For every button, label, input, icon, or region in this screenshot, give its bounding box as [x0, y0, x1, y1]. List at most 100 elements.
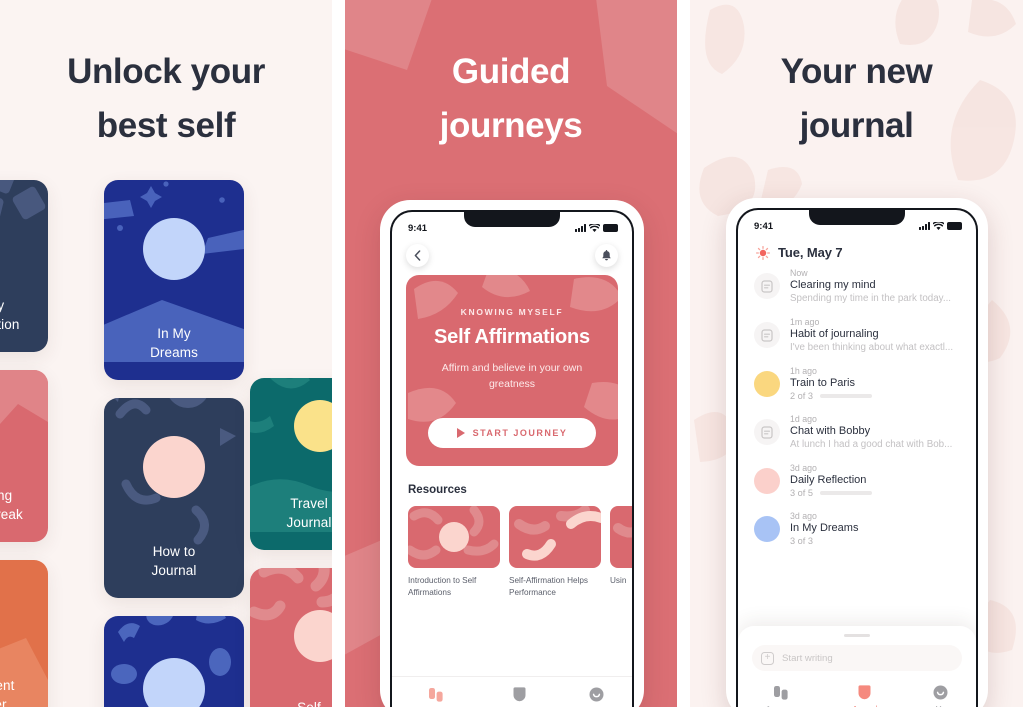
journey-card[interactable]: Self Affirmations: [250, 568, 332, 707]
start-writing-placeholder: Start writing: [782, 652, 833, 664]
status-indicators: [575, 223, 618, 233]
progress-label: 3 of 5: [790, 488, 813, 498]
entry-time: 3d ago: [790, 463, 817, 473]
status-time: 9:41: [408, 222, 428, 234]
play-icon: [456, 428, 465, 438]
headline-line-1: Unlock your: [67, 52, 265, 91]
resources-list[interactable]: Introduction to Self Affirmations Self-A…: [392, 506, 632, 598]
resource-card[interactable]: Introduction to Self Affirmations: [408, 506, 500, 598]
phone-mockup-journeys: 9:41 KNOWING MYSELF Self Affirmations Af…: [380, 200, 644, 707]
card-column-a: Daily Reflection Healing Heartbreak: [0, 180, 48, 707]
tab-journal[interactable]: Journal: [852, 684, 877, 707]
hero-eyebrow: KNOWING MYSELF: [460, 307, 564, 317]
journal-entry[interactable]: 1m ago Habit of journaling I've been thi…: [754, 317, 962, 353]
journey-card[interactable]: Daily Reflection: [0, 180, 48, 352]
progress-label: 2 of 3: [790, 391, 813, 401]
bottom-tab-bar: Journeys Journal: [738, 680, 976, 707]
journey-dot-icon: [754, 371, 780, 397]
me-smiley-icon: [933, 685, 948, 699]
journal-entry[interactable]: 1d ago Chat with Bobby At lunch I had a …: [754, 414, 962, 450]
note-icon: [754, 273, 780, 299]
date-header: Tue, May 7: [738, 236, 976, 268]
start-writing-input[interactable]: + Start writing: [752, 645, 962, 671]
card-orb: [143, 218, 205, 280]
headline-line-2: journal: [799, 106, 914, 145]
headline-line-2: best self: [96, 106, 236, 145]
entry-title: Habit of journaling: [790, 328, 879, 340]
note-icon: [754, 419, 780, 445]
journal-entry[interactable]: 1h ago Train to Paris 2 of 3: [754, 366, 962, 401]
tab-me[interactable]: Me: [933, 685, 948, 707]
nav-row: [392, 238, 632, 275]
entry-time: 1m ago: [790, 317, 820, 327]
card-column-c: Travel Journal S: [250, 378, 332, 707]
entry-time: Now: [790, 268, 808, 278]
panel-your-new-journal: Your new journal 9:41 Tue, May 7 Now Cle…: [690, 0, 1023, 707]
journey-card[interactable]: Healing Heartbreak: [0, 370, 48, 542]
entry-title: Clearing my mind: [790, 279, 876, 291]
panel-gap: [677, 0, 690, 707]
sheet-grabber[interactable]: [844, 634, 870, 637]
entry-preview: At lunch I had a good chat with Bob...: [790, 439, 953, 450]
resource-label: Self-Affirmation Helps Performance: [509, 576, 589, 597]
journey-hero-card[interactable]: KNOWING MYSELF Self Affirmations Affirm …: [406, 275, 618, 466]
resource-card[interactable]: Self-Affirmation Helps Performance: [509, 506, 601, 598]
journey-card[interactable]: In My Dreams: [104, 180, 244, 380]
card-column-b: In My Dreams How to Journal: [104, 180, 244, 707]
entry-body: 1h ago Train to Paris 2 of 3: [790, 366, 962, 401]
resource-card[interactable]: Usin: [610, 506, 632, 598]
compose-sheet: + Start writing Journeys: [738, 626, 976, 707]
entry-body: 3d ago Daily Reflection 3 of 5: [790, 463, 962, 498]
journal-entry[interactable]: Now Clearing my mind Spending my time in…: [754, 268, 962, 304]
journey-card[interactable]: How to Journal: [104, 398, 244, 598]
panel-unlock-your-best-self: Unlock your best self y ion ng eak nt r …: [0, 0, 332, 707]
panel-3-headline: Your new journal: [690, 0, 1023, 153]
journey-card[interactable]: Travel Journal: [250, 378, 332, 550]
entry-preview: I've been thinking about what exactl...: [790, 342, 954, 353]
resources-heading: Resources: [408, 484, 467, 496]
tab-me[interactable]: Me: [589, 687, 604, 707]
journey-dot-icon: [754, 516, 780, 542]
entry-progress: 2 of 3: [790, 391, 962, 401]
progress-track: [820, 491, 872, 495]
tab-label: Me: [935, 704, 946, 707]
notifications-button[interactable]: [595, 244, 618, 267]
journey-card[interactable]: Consent Letter: [0, 560, 48, 707]
date-label: Tue, May 7: [778, 245, 843, 260]
entry-title: In My Dreams: [790, 522, 859, 534]
entry-preview: Spending my time in the park today...: [790, 293, 952, 304]
journey-card[interactable]: Future Self: [104, 616, 244, 707]
card-title: How to Journal: [151, 544, 197, 578]
resource-pattern-icon: [514, 506, 601, 561]
tab-journeys[interactable]: Journeys: [766, 685, 797, 707]
start-journey-button[interactable]: START JOURNEY: [428, 418, 596, 448]
status-indicators: [919, 221, 962, 231]
journeys-bars-icon: [774, 685, 788, 700]
plus-box-icon[interactable]: +: [761, 651, 774, 665]
phone-notch: [809, 210, 905, 225]
resource-label: Introduction to Self Affirmations: [408, 576, 477, 597]
sun-icon: [756, 245, 770, 260]
back-button[interactable]: [406, 244, 429, 267]
resource-thumbnail: [408, 506, 500, 568]
headline-line-2: journeys: [439, 106, 583, 145]
card-title: Daily Reflection: [0, 298, 20, 332]
journal-entry[interactable]: 3d ago In My Dreams 3 of 3: [754, 511, 962, 546]
entry-time: 1d ago: [790, 414, 817, 424]
start-journey-label: START JOURNEY: [472, 428, 568, 438]
resource-pattern-icon: [408, 506, 499, 560]
panel-gap: [332, 0, 345, 707]
me-smiley-icon: [589, 687, 604, 701]
battery-full-icon: [947, 222, 962, 230]
tab-journal[interactable]: Journal: [507, 686, 532, 707]
card-title: Healing Heartbreak: [0, 488, 23, 522]
entry-time: 3d ago: [790, 511, 817, 521]
journal-entry[interactable]: 3d ago Daily Reflection 3 of 5: [754, 463, 962, 498]
tab-journeys[interactable]: Journeys: [420, 687, 451, 707]
headline-line-1: Guided: [451, 52, 571, 91]
signal-bars-icon: [575, 224, 586, 232]
bell-icon: [602, 249, 611, 260]
journeys-bars-icon: [428, 687, 443, 702]
entry-progress: 3 of 3: [790, 536, 962, 546]
entry-body: 1m ago Habit of journaling I've been thi…: [790, 317, 962, 353]
